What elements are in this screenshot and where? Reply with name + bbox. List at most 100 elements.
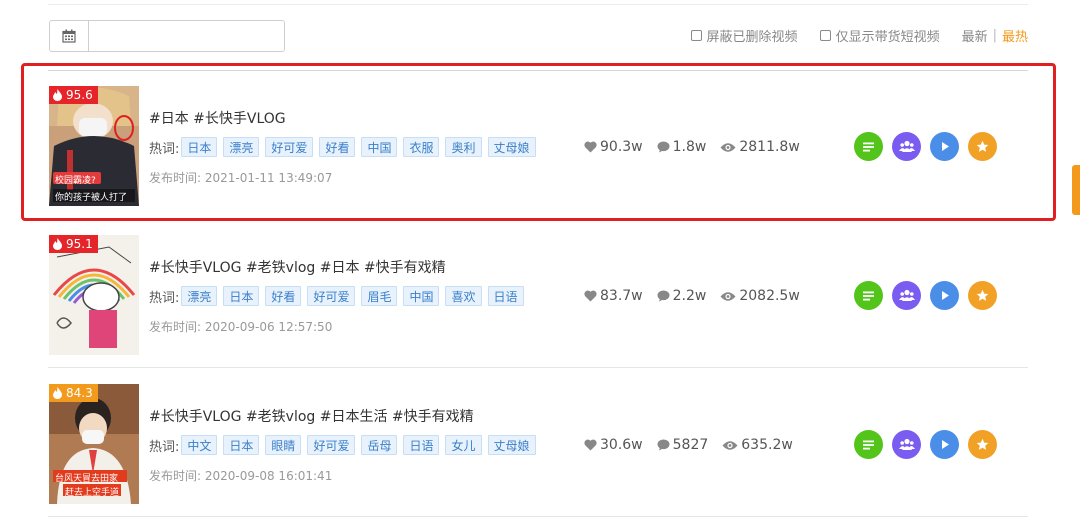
hot-score-badge: 84.3: [49, 384, 98, 402]
hide-deleted-label: 屏蔽已删除视频: [706, 29, 798, 45]
keyword-tag[interactable]: 中文: [181, 435, 218, 455]
publish-time-label: 发布时间:: [149, 469, 202, 483]
keyword-tag[interactable]: 岳母: [361, 435, 398, 455]
fire-icon: [53, 387, 62, 399]
hot-score-badge: 95.1: [49, 235, 98, 253]
keyword-tag[interactable]: 日本: [223, 286, 260, 306]
eye-icon: [720, 142, 736, 152]
keyword-tag[interactable]: 好看: [319, 137, 356, 157]
video-thumbnail[interactable]: 校园霸凌? 你的孩子被人打了 95.6: [49, 86, 139, 206]
list-icon: [863, 291, 874, 300]
sort-hottest-link[interactable]: 最热: [1002, 26, 1028, 45]
thumbnail-caption-2: 你的孩子被人打了: [55, 193, 128, 203]
side-scroll-tab[interactable]: [1072, 165, 1080, 215]
sort-latest-link[interactable]: 最新: [962, 26, 988, 45]
hide-deleted-filter[interactable]: 屏蔽已删除视频: [690, 26, 798, 45]
hide-deleted-checkbox[interactable]: [690, 29, 702, 41]
row-divider: [48, 218, 1028, 219]
comments-count: 5827: [672, 437, 709, 453]
video-row[interactable]: 校园霸凌? 你的孩子被人打了 95.6 #日本 #长快手VLOG 热词: 日本 …: [48, 71, 1028, 219]
favorite-button[interactable]: [968, 281, 997, 310]
keyword-tag[interactable]: 眉毛: [361, 286, 398, 306]
video-title[interactable]: #长快手VLOG #老铁vlog #日本 #快手有戏精: [149, 257, 446, 277]
star-icon: [976, 140, 989, 152]
thumbnail-image-1: [49, 86, 139, 206]
video-stats: 83.7w 2.2w 2082.5w: [584, 286, 814, 306]
comments-stat: 2.2w: [657, 288, 706, 304]
keyword-tag[interactable]: 好看: [265, 286, 302, 306]
video-title[interactable]: #日本 #长快手VLOG: [149, 108, 286, 128]
keyword-tag[interactable]: 眼睛: [265, 435, 302, 455]
play-button[interactable]: [930, 281, 959, 310]
video-row[interactable]: 95.1 #长快手VLOG #老铁vlog #日本 #快手有戏精 热词: 漂亮 …: [48, 220, 1028, 368]
keyword-tag[interactable]: 中国: [361, 137, 398, 157]
keyword-tag[interactable]: 日语: [403, 435, 440, 455]
users-icon: [898, 289, 915, 301]
list-button[interactable]: [854, 132, 883, 161]
date-picker[interactable]: [49, 20, 286, 53]
video-thumbnail[interactable]: 台风天冒去田家 赶去上空手道 84.3: [49, 384, 139, 504]
date-input[interactable]: [90, 21, 286, 53]
keyword-tag[interactable]: 奥利: [445, 137, 482, 157]
video-row[interactable]: 台风天冒去田家 赶去上空手道 84.3 #长快手VLOG #老铁vlog #日本…: [48, 369, 1028, 517]
publish-time-value: 2020-09-06 12:57:50: [204, 320, 333, 334]
star-icon: [976, 438, 989, 450]
fire-icon: [53, 238, 62, 250]
keyword-tag[interactable]: 日本: [223, 435, 260, 455]
heart-icon: [584, 290, 597, 302]
sort-separator: |: [992, 27, 997, 43]
play-button[interactable]: [930, 430, 959, 459]
keyword-tag[interactable]: 女儿: [445, 435, 482, 455]
keyword-list: 热词: 漂亮 日本 好看 好可爱 眉毛 中国 喜欢 日语: [149, 285, 530, 307]
views-stat: 2082.5w: [720, 288, 800, 304]
favorite-button[interactable]: [968, 132, 997, 161]
users-button[interactable]: [892, 430, 921, 459]
keyword-tag[interactable]: 中国: [403, 286, 440, 306]
list-button[interactable]: [854, 281, 883, 310]
favorite-button[interactable]: [968, 430, 997, 459]
keyword-tag[interactable]: 漂亮: [181, 286, 218, 306]
likes-stat: 83.7w: [584, 288, 643, 304]
keyword-tag[interactable]: 好可爱: [307, 286, 356, 306]
keyword-tag[interactable]: 日语: [487, 286, 524, 306]
keyword-tag[interactable]: 丈母娘: [487, 137, 536, 157]
keyword-tag[interactable]: 喜欢: [445, 286, 482, 306]
list-button[interactable]: [854, 430, 883, 459]
action-buttons: [854, 281, 1006, 310]
users-button[interactable]: [892, 132, 921, 161]
sort-switch: 最新 | 最热: [962, 26, 1028, 45]
hot-score-value: 84.3: [66, 386, 93, 400]
eye-icon: [720, 291, 736, 301]
publish-time-value: 2021-01-11 13:49:07: [204, 171, 333, 185]
publish-time: 发布时间: 2020-09-06 12:57:50: [149, 318, 332, 335]
keyword-tag[interactable]: 漂亮: [223, 137, 260, 157]
row-divider: [48, 367, 1028, 368]
action-buttons: [854, 430, 1006, 459]
keyword-tag[interactable]: 日本: [181, 137, 218, 157]
play-button[interactable]: [930, 132, 959, 161]
play-icon: [941, 291, 949, 300]
top-divider: [48, 4, 1028, 5]
publish-time-label: 发布时间:: [149, 320, 202, 334]
calendar-icon[interactable]: [50, 21, 89, 51]
likes-count: 90.3w: [600, 139, 643, 155]
keyword-tag[interactable]: 丈母娘: [487, 435, 536, 455]
play-icon: [941, 142, 949, 151]
play-icon: [941, 440, 949, 449]
heart-icon: [584, 141, 597, 153]
keyword-tag[interactable]: 好可爱: [265, 137, 314, 157]
video-title[interactable]: #长快手VLOG #老铁vlog #日本生活 #快手有戏精: [149, 406, 474, 426]
hot-score-value: 95.6: [66, 88, 93, 102]
keyword-tag[interactable]: 好可爱: [307, 435, 356, 455]
users-button[interactable]: [892, 281, 921, 310]
comment-icon: [657, 141, 670, 153]
only-goods-label: 仅显示带货短视频: [835, 29, 940, 45]
thumbnail-caption-1: 台风天冒去田家: [55, 474, 119, 484]
video-thumbnail[interactable]: 95.1: [49, 235, 139, 355]
keyword-tag[interactable]: 衣服: [403, 137, 440, 157]
only-goods-checkbox[interactable]: [819, 29, 831, 41]
only-goods-filter[interactable]: 仅显示带货短视频: [819, 26, 940, 45]
likes-count: 30.6w: [600, 437, 643, 453]
eye-icon: [722, 440, 738, 450]
comment-icon: [657, 290, 670, 302]
